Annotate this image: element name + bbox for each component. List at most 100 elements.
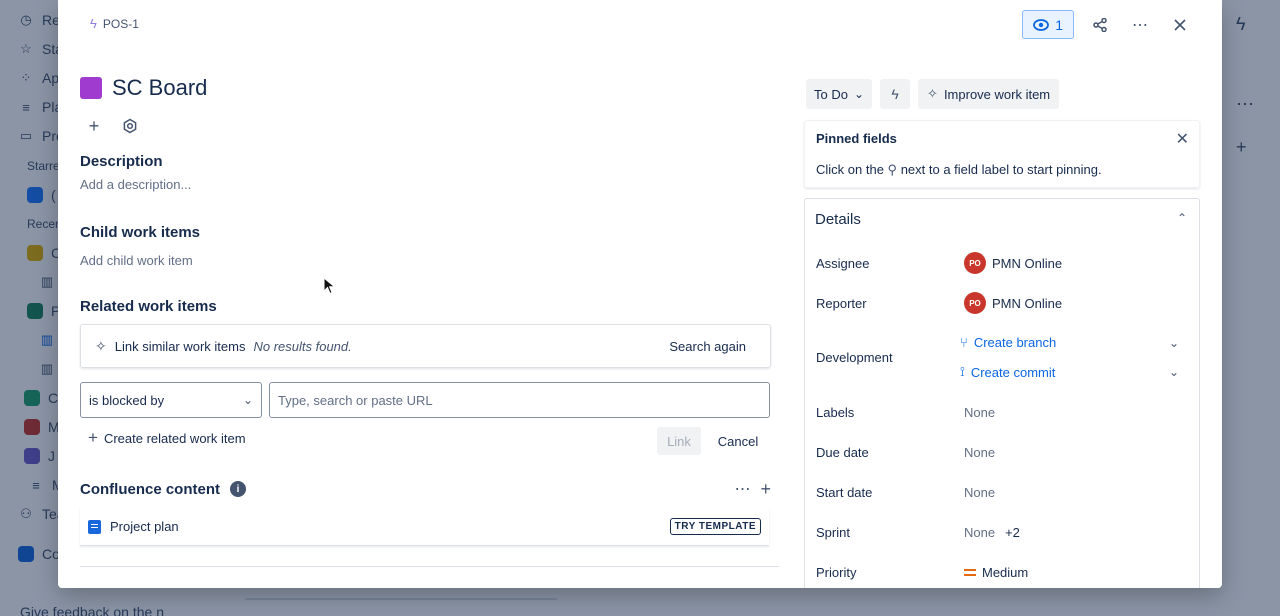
more-icon[interactable]: ⋯: [734, 479, 750, 500]
title-color-swatch: [80, 77, 102, 99]
search-again-button[interactable]: Search again: [659, 332, 756, 360]
share-icon: [1093, 17, 1107, 32]
modal-toolbar: 1 ⋯: [1022, 10, 1194, 39]
avatar: PO: [964, 292, 986, 314]
development-label: Development: [816, 350, 893, 365]
title-row: SC Board: [80, 70, 772, 106]
improve-label: Improve work item: [943, 86, 1051, 102]
try-template-badge[interactable]: TRY TEMPLATE: [669, 518, 761, 535]
add-child-work-item[interactable]: Add child work item: [80, 253, 193, 268]
confluence-page-title: Project plan: [110, 519, 179, 534]
details-title[interactable]: Details: [815, 211, 861, 228]
improve-work-item-button[interactable]: ✧ Improve work item: [918, 79, 1060, 109]
info-icon[interactable]: i: [230, 481, 247, 497]
work-item-type-icon: ϟ: [90, 16, 97, 31]
create-commit-label: Create commit: [970, 364, 1056, 380]
chevron-up-icon[interactable]: ⌃: [1177, 211, 1187, 225]
work-item-search-input[interactable]: [269, 382, 770, 418]
close-icon: [1174, 18, 1186, 31]
share-button[interactable]: [1086, 11, 1114, 39]
work-item-title[interactable]: SC Board: [112, 75, 207, 101]
reporter-name: PMN Online: [992, 295, 1063, 311]
issue-key: POS-1: [102, 16, 139, 31]
sprint-field[interactable]: None +2: [964, 525, 1020, 540]
child-work-items-heading: Child work items: [80, 224, 201, 241]
close-modal-button[interactable]: [1166, 11, 1194, 39]
page-icon: [88, 519, 101, 534]
apps-button[interactable]: [116, 112, 144, 140]
main-column: SC Board +: [80, 70, 772, 140]
chevron-down-icon: ⌄: [242, 393, 253, 407]
status-toolbar: To Do ⌄ ϟ ✧ Improve work item: [806, 79, 1060, 109]
branch-icon: ⑂: [960, 335, 968, 350]
link-similar-label: Link similar work items: [114, 338, 246, 354]
start-date-label: Start date: [816, 485, 873, 500]
eye-icon: [1033, 18, 1050, 31]
cancel-button[interactable]: Cancel: [708, 427, 768, 455]
confluence-page-row[interactable]: Project plan TRY TEMPLATE: [80, 508, 769, 546]
confluence-heading: Confluence content: [80, 480, 221, 498]
issue-key-breadcrumb[interactable]: ϟ POS-1: [90, 16, 139, 31]
plus-icon[interactable]: +: [760, 479, 771, 500]
create-related-work-item-button[interactable]: + Create related work item: [88, 428, 246, 448]
start-date-value[interactable]: None: [964, 485, 995, 500]
sprint-extra-count[interactable]: +2: [1005, 525, 1020, 540]
create-branch-link[interactable]: ⑂ Create branch: [960, 335, 1056, 350]
labels-label: Labels: [816, 405, 855, 420]
description-heading: Description: [80, 153, 163, 170]
sprint-value: None: [964, 525, 996, 540]
sparkle-icon: ✧: [927, 86, 938, 101]
bolt-icon: ϟ: [891, 86, 899, 102]
pinned-hint-after: next to a field label to start pinning.: [900, 162, 1102, 177]
pinned-fields-title: Pinned fields: [816, 131, 897, 146]
avatar: PO: [964, 252, 986, 274]
automation-button[interactable]: ϟ: [880, 79, 911, 109]
plus-icon: +: [88, 428, 98, 447]
status-dropdown[interactable]: To Do ⌄: [806, 79, 873, 109]
related-work-items-heading: Related work items: [80, 298, 217, 315]
no-results-text: No results found.: [253, 338, 352, 354]
assignee-name: PMN Online: [992, 255, 1063, 271]
labels-value[interactable]: None: [964, 405, 995, 420]
more-actions-button[interactable]: ⋯: [1126, 11, 1154, 39]
chevron-down-icon[interactable]: ⌄: [1169, 336, 1179, 350]
watch-button[interactable]: 1: [1022, 10, 1074, 39]
sparkle-icon: ✧: [95, 337, 107, 354]
link-button[interactable]: Link: [657, 427, 701, 455]
confluence-header: Confluence content i ⋯ +: [80, 477, 771, 501]
watch-count: 1: [1055, 16, 1063, 33]
work-item-modal: ϟ POS-1 1 ⋯ SC Board + Description Add a…: [58, 0, 1222, 588]
description-placeholder[interactable]: Add a description...: [80, 177, 191, 192]
assignee-field[interactable]: PO PMN Online: [964, 252, 1062, 274]
priority-medium-icon: [964, 569, 976, 576]
commit-icon: ⟟: [960, 364, 965, 379]
relation-type-select[interactable]: is blocked by ⌄: [80, 382, 262, 418]
create-related-label: Create related work item: [103, 430, 246, 446]
chevron-down-icon[interactable]: ⌄: [1169, 365, 1179, 379]
confluence-actions: ⋯ +: [734, 479, 771, 500]
sprint-label: Sprint: [816, 525, 850, 540]
create-branch-label: Create branch: [973, 335, 1057, 350]
due-date-value[interactable]: None: [964, 445, 995, 460]
plus-icon: +: [88, 115, 100, 136]
close-pinned-button[interactable]: ✕: [1176, 129, 1189, 149]
chevron-down-icon: ⌄: [853, 87, 865, 101]
section-divider: [80, 566, 779, 567]
pinned-fields-panel: Pinned fields ✕ Click on the ⚲ next to a…: [804, 120, 1200, 188]
status-value: To Do: [814, 86, 848, 102]
more-icon: ⋯: [1132, 16, 1148, 34]
assignee-label: Assignee: [816, 256, 870, 271]
reporter-field[interactable]: PO PMN Online: [964, 292, 1062, 314]
priority-label: Priority: [816, 565, 857, 580]
pin-icon: ⚲: [887, 162, 898, 177]
pinned-hint-before: Click on the: [816, 162, 884, 177]
priority-field[interactable]: Medium: [964, 565, 1028, 580]
create-commit-link[interactable]: ⟟ Create commit: [960, 364, 1055, 380]
reporter-label: Reporter: [816, 296, 867, 311]
due-date-label: Due date: [816, 445, 869, 460]
add-button[interactable]: +: [80, 112, 108, 140]
link-similar-panel: ✧ Link similar work items No results fou…: [80, 324, 771, 368]
details-panel: Details ⌃ Assignee PO PMN Online Reporte…: [804, 198, 1200, 588]
pinned-hint: Click on the ⚲ next to a field label to …: [816, 162, 1102, 178]
close-icon: ✕: [1175, 131, 1189, 148]
